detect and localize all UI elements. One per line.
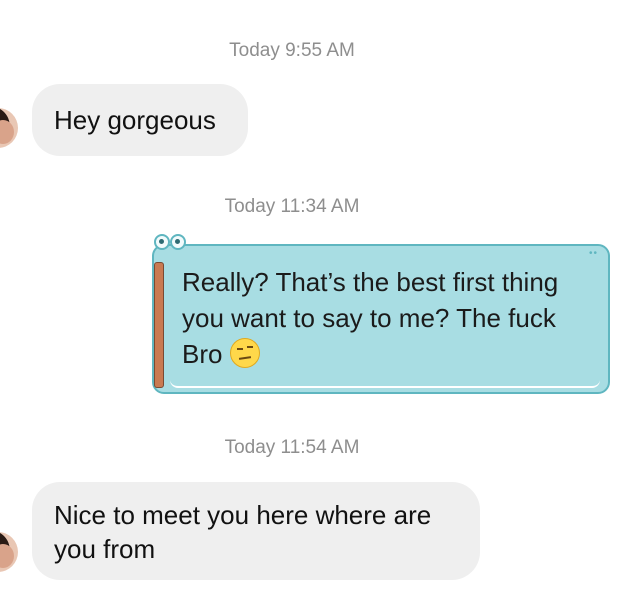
message-line: Nice to meet you here where are [54, 500, 432, 530]
timestamp: Today 11:54 AM [224, 437, 360, 458]
outgoing-message-bubble[interactable]: •• Really? That’s the best first thing y… [152, 234, 610, 394]
avatar[interactable] [0, 108, 18, 148]
message-line: you want to say to me? The fuck [182, 303, 556, 333]
message-line-with-emoji: Bro [182, 336, 592, 372]
timestamp: Today 11:34 AM [224, 196, 360, 217]
message-line: you from [54, 534, 156, 564]
timestamp: Today 9:55 AM [229, 40, 355, 61]
message-line: Really? That’s the best first thing [182, 267, 559, 297]
raised-eyebrow-face-icon [230, 338, 261, 368]
message-text-block: Really? That’s the best first thing you … [182, 264, 592, 372]
incoming-message-bubble[interactable]: Nice to meet you here where are you from [32, 482, 480, 580]
bubble-dots-icon: •• [588, 248, 598, 259]
avatar[interactable] [0, 532, 18, 572]
crocodile-eyes-icon [152, 234, 188, 252]
message-text: Hey gorgeous [54, 105, 216, 135]
bubble-theme-decoration [154, 262, 164, 388]
message-line: Bro [182, 339, 223, 369]
incoming-message-bubble[interactable]: Hey gorgeous [32, 84, 248, 156]
